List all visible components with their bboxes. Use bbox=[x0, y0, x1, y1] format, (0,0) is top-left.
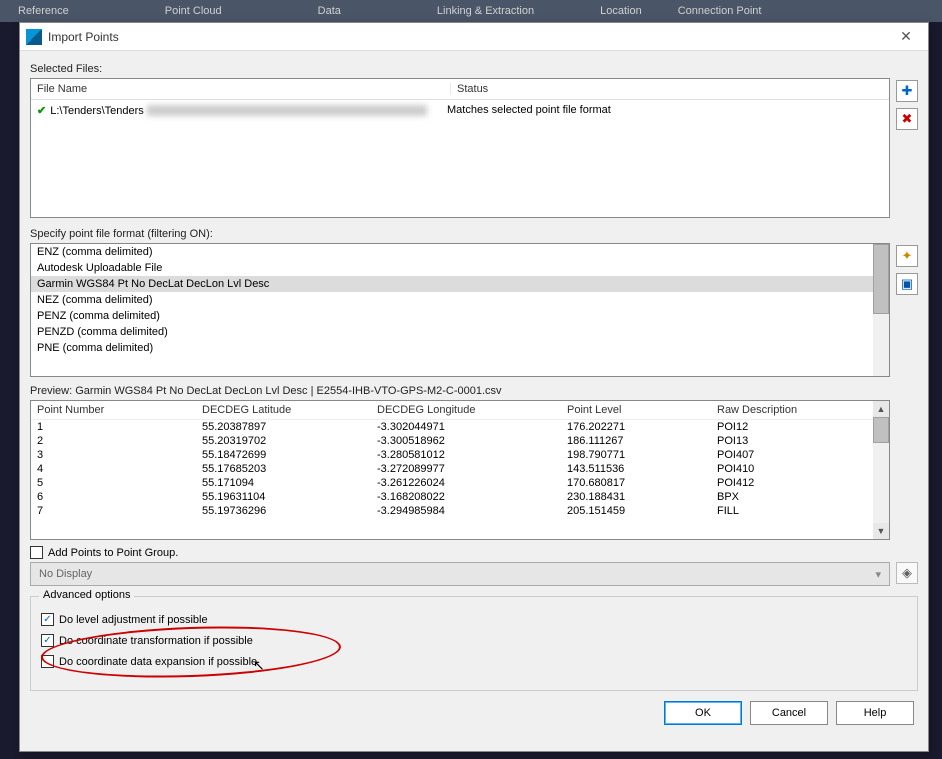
table-row: 555.171094-3.261226024170.680817POI412 bbox=[31, 476, 889, 490]
level-adjustment-label: Do level adjustment if possible bbox=[59, 614, 208, 626]
scroll-up-icon[interactable]: ▲ bbox=[873, 401, 889, 417]
format-item[interactable]: Autodesk Uploadable File bbox=[31, 260, 889, 276]
selected-files-label: Selected Files: bbox=[30, 63, 918, 75]
filename-header: File Name bbox=[31, 83, 451, 95]
import-points-dialog: Import Points ✕ Selected Files: File Nam… bbox=[19, 22, 929, 752]
dropdown-value: No Display bbox=[39, 568, 92, 580]
coord-expansion-label: Do coordinate data expansion if possible bbox=[59, 656, 257, 668]
ribbon-bar: Reference Point Cloud Data Linking & Ext… bbox=[0, 0, 942, 22]
check-icon: ✔ bbox=[31, 104, 50, 117]
format-manage-button[interactable]: ✦ bbox=[896, 245, 918, 267]
coord-transform-label: Do coordinate transformation if possible bbox=[59, 635, 253, 647]
col-description: Raw Description bbox=[711, 404, 889, 416]
format-label: Specify point file format (filtering ON)… bbox=[30, 228, 918, 240]
table-row: 355.18472699-3.280581012198.790771POI407 bbox=[31, 448, 889, 462]
advanced-legend: Advanced options bbox=[39, 589, 134, 601]
dialog-title: Import Points bbox=[48, 30, 890, 44]
ribbon-connpoint[interactable]: Connection Point bbox=[660, 5, 780, 17]
table-row: 455.17685203-3.272089977143.511536POI410 bbox=[31, 462, 889, 476]
format-item[interactable]: NEZ (comma delimited) bbox=[31, 292, 889, 308]
coord-expansion-checkbox[interactable] bbox=[41, 655, 54, 668]
add-points-checkbox[interactable] bbox=[30, 546, 43, 559]
scrollbar[interactable] bbox=[873, 244, 889, 376]
scroll-down-icon[interactable]: ▼ bbox=[873, 523, 889, 539]
format-item[interactable]: Garmin WGS84 Pt No DecLat DecLon Lvl Des… bbox=[31, 276, 889, 292]
col-point-number: Point Number bbox=[31, 404, 196, 416]
refresh-button[interactable]: ◈ bbox=[896, 562, 918, 584]
app-logo-icon bbox=[26, 29, 42, 45]
cancel-button[interactable]: Cancel bbox=[750, 701, 828, 725]
add-points-label: Add Points to Point Group. bbox=[48, 547, 178, 559]
preview-scrollbar[interactable]: ▲ ▼ bbox=[873, 401, 889, 539]
col-longitude: DECDEG Longitude bbox=[371, 404, 561, 416]
col-level: Point Level bbox=[561, 404, 711, 416]
selected-files-list[interactable]: File Name Status ✔ L:\Tenders\Tenders Ma… bbox=[30, 78, 890, 218]
table-row: 255.20319702-3.300518962186.111267POI13 bbox=[31, 434, 889, 448]
preview-label: Preview: Garmin WGS84 Pt No DecLat DecLo… bbox=[30, 385, 918, 397]
file-status-text: Matches selected point file format bbox=[441, 104, 889, 117]
format-item[interactable]: ENZ (comma delimited) bbox=[31, 244, 889, 260]
table-row: 655.19631104-3.168208022230.188431BPX bbox=[31, 490, 889, 504]
ribbon-location[interactable]: Location bbox=[582, 5, 660, 17]
format-item[interactable]: PENZD (comma delimited) bbox=[31, 324, 889, 340]
annotation-ellipse bbox=[40, 622, 342, 682]
col-latitude: DECDEG Latitude bbox=[196, 404, 371, 416]
file-row[interactable]: ✔ L:\Tenders\Tenders Matches selected po… bbox=[31, 100, 889, 121]
ok-button[interactable]: OK bbox=[664, 701, 742, 725]
format-item[interactable]: PNE (comma delimited) bbox=[31, 340, 889, 356]
ribbon-pointcloud[interactable]: Point Cloud bbox=[147, 5, 240, 17]
redacted-path bbox=[147, 105, 427, 116]
ribbon-data[interactable]: Data bbox=[300, 5, 359, 17]
close-icon[interactable]: ✕ bbox=[890, 26, 922, 48]
table-row: 155.20387897-3.302044971176.202271POI12 bbox=[31, 420, 889, 434]
format-settings-button[interactable]: ▣ bbox=[896, 273, 918, 295]
ribbon-linking[interactable]: Linking & Extraction bbox=[419, 5, 552, 17]
scroll-thumb[interactable] bbox=[873, 244, 889, 314]
preview-table: Point Number DECDEG Latitude DECDEG Long… bbox=[30, 400, 890, 540]
point-group-dropdown[interactable]: No Display bbox=[30, 562, 890, 586]
level-adjustment-checkbox[interactable] bbox=[41, 613, 54, 626]
table-row: 755.19736296-3.294985984205.151459FILL bbox=[31, 504, 889, 518]
ribbon-reference[interactable]: Reference bbox=[0, 5, 87, 17]
add-file-button[interactable]: ✚ bbox=[896, 80, 918, 102]
format-item[interactable]: PENZ (comma delimited) bbox=[31, 308, 889, 324]
status-header: Status bbox=[451, 83, 889, 95]
advanced-options-group: Advanced options Do level adjustment if … bbox=[30, 596, 918, 691]
format-list[interactable]: ENZ (comma delimited)Autodesk Uploadable… bbox=[30, 243, 890, 377]
titlebar: Import Points ✕ bbox=[20, 23, 928, 51]
scroll-thumb[interactable] bbox=[873, 417, 889, 443]
coord-transform-checkbox[interactable] bbox=[41, 634, 54, 647]
file-name-text: L:\Tenders\Tenders bbox=[50, 105, 144, 117]
remove-file-button[interactable]: ✖ bbox=[896, 108, 918, 130]
help-button[interactable]: Help bbox=[836, 701, 914, 725]
